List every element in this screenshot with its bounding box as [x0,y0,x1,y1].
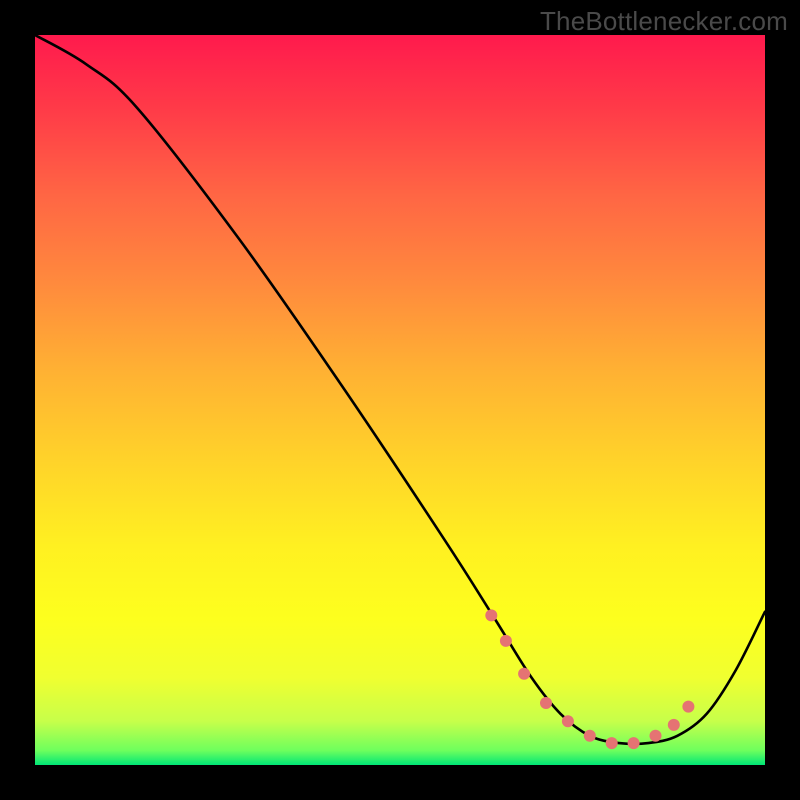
marker-dot [518,668,530,680]
highlight-markers [485,609,694,749]
marker-dot [606,737,618,749]
marker-dot [485,609,497,621]
chart-svg [35,35,765,765]
marker-dot [650,730,662,742]
marker-dot [668,719,680,731]
bottleneck-curve [35,35,765,744]
marker-dot [584,730,596,742]
chart-frame: TheBottlenecker.com [0,0,800,800]
plot-area [35,35,765,765]
marker-dot [540,697,552,709]
marker-dot [562,715,574,727]
marker-dot [628,737,640,749]
marker-dot [682,701,694,713]
watermark-text: TheBottlenecker.com [540,6,788,37]
marker-dot [500,635,512,647]
